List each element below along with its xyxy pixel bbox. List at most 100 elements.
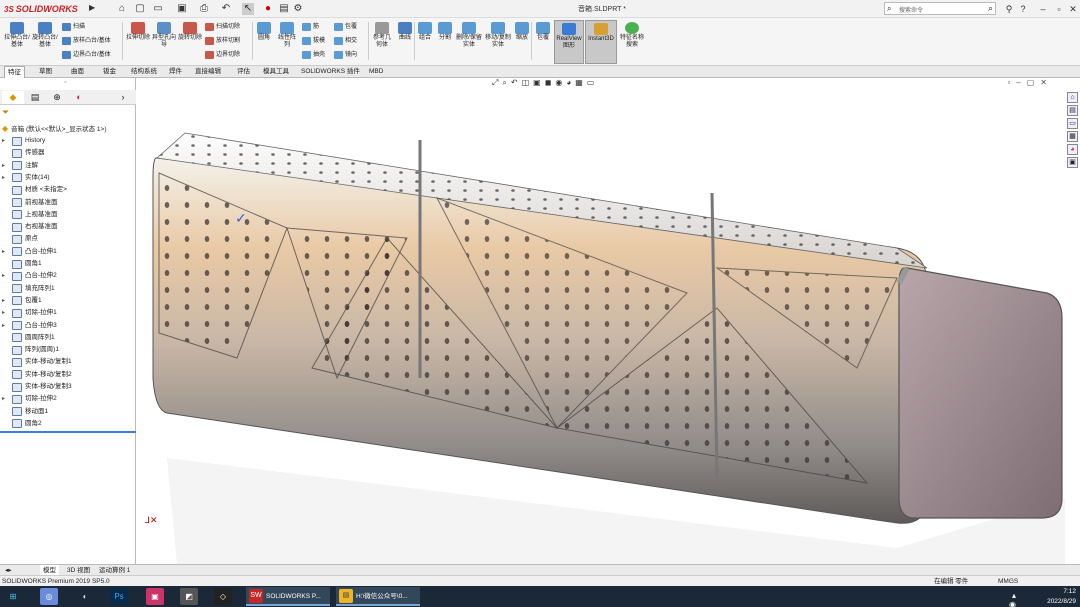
options-gear-icon[interactable]: ⚙ — [292, 3, 304, 15]
instant3d-button[interactable]: Instant3D — [585, 20, 617, 64]
tree-item[interactable]: 填充阵列1 — [2, 283, 55, 295]
intersect-button[interactable]: 相交 — [334, 36, 357, 46]
tab-mbd[interactable]: MBD — [366, 66, 386, 78]
minimize-icon[interactable]: – — [1036, 2, 1050, 16]
view-settings-icon[interactable]: ▭ — [587, 78, 595, 90]
print-icon[interactable]: ⎙ — [198, 3, 210, 15]
appearance-icon[interactable]: ◕ — [566, 78, 571, 90]
file-explorer-icon[interactable]: ▭ — [1067, 118, 1078, 129]
tree-item[interactable]: ▸ 切除-拉伸2 — [2, 393, 57, 405]
sweep-button[interactable]: 扫描 — [62, 22, 85, 32]
solidworks-logo[interactable]: 3S SOLIDWORKS — [4, 2, 78, 16]
rebuild-icon[interactable]: ● — [262, 3, 274, 15]
rib-button[interactable]: 筋 — [302, 22, 319, 32]
user-icon[interactable]: ⚲ — [1002, 2, 1016, 16]
tree-item[interactable]: ▸ 凸台-拉伸3 — [2, 320, 57, 332]
display-style-icon[interactable]: ◼ — [545, 78, 552, 90]
tree-item[interactable]: ▸ 凸台-拉伸2 — [2, 270, 57, 282]
custom-properties-icon[interactable]: ▣ — [1067, 157, 1078, 168]
taskbar-app-icon-5[interactable]: ◇ — [214, 588, 232, 605]
expand-arrow-icon[interactable]: ▸ — [2, 295, 12, 307]
curves-button[interactable]: 曲线 — [396, 22, 414, 42]
speaker-model-view[interactable]: ✓ — [137, 78, 1065, 564]
taskbar-app-icon-4[interactable]: ◩ — [180, 588, 198, 605]
tab-structure-system[interactable]: 结构系统 — [128, 66, 160, 78]
delete-keep-body-button[interactable]: 删除/保留实体 — [456, 22, 482, 49]
extrude-boss-button[interactable]: 拉伸凸台/基体 — [4, 22, 30, 49]
undo-icon[interactable]: ↶ — [220, 3, 232, 15]
view-palette-icon[interactable]: ▦ — [1067, 131, 1078, 142]
view-orientation-icon[interactable]: ▣ — [533, 78, 541, 90]
search-commands-box[interactable]: ⌕ 搜索命令 ⌕ — [884, 2, 996, 15]
reference-geometry-button[interactable]: 参考几何体 — [371, 22, 393, 49]
viewport-minimize-icon[interactable]: – — [1016, 78, 1020, 87]
property-manager-tab-icon[interactable]: ▤ — [24, 91, 46, 104]
file-properties-icon[interactable]: ▤ — [278, 3, 290, 15]
tree-item[interactable]: 圆周阵列1 — [2, 332, 55, 344]
home-icon[interactable]: ⌂ — [116, 3, 128, 15]
new-file-icon[interactable]: ▢ — [134, 3, 146, 15]
tray-icons[interactable]: ▴ ◉ ▤ ♪ — [1008, 591, 1016, 607]
taskbar-app-icon-2[interactable]: ◐ — [76, 588, 94, 605]
start-button-icon[interactable]: ⊞ — [4, 588, 22, 605]
filter-icon[interactable]: ⏷ — [2, 107, 9, 118]
zoom-to-fit-icon[interactable]: ⤢ — [492, 78, 498, 90]
restore-icon[interactable]: ▫ — [1052, 2, 1066, 16]
tree-item[interactable]: 材质 <未指定> — [2, 184, 67, 196]
extrude-cut-button[interactable]: 拉伸切除 — [126, 22, 150, 42]
taskbar-solidworks-app[interactable]: SW SOLIDWORKS P... — [246, 587, 330, 606]
graphics-area[interactable]: ✓ ⤢ ⌕ ↶ ◫ ▣ ◼ ◉ ◕ ▦ ▭ ▫ – ▢ ✕ ⅃✕ — [137, 78, 1065, 564]
expand-arrow-icon[interactable]: ▸ — [2, 160, 12, 172]
appearances-icon[interactable]: ◕ — [1067, 144, 1078, 155]
tree-item[interactable]: ▸ 包覆1 — [2, 295, 42, 307]
tab-sketch[interactable]: 草图 — [36, 66, 55, 78]
tree-item[interactable]: 传感器 — [2, 147, 45, 159]
tree-item[interactable]: 上视基准面 — [2, 209, 58, 221]
split-button[interactable]: 分割 — [436, 22, 454, 42]
expand-arrow-icon[interactable]: ▸ — [2, 135, 12, 147]
zoom-area-icon[interactable]: ⌕ — [502, 78, 506, 90]
tree-item[interactable]: 实体-移动/复制1 — [2, 356, 72, 368]
section-view-icon[interactable]: ◫ — [522, 78, 530, 90]
shell-button[interactable]: 抽壳 — [302, 50, 325, 60]
scale-button[interactable]: 缩放 — [513, 22, 531, 42]
tab-weldments[interactable]: 焊件 — [166, 66, 185, 78]
tab-evaluate[interactable]: 评估 — [234, 66, 253, 78]
tree-item[interactable]: 原点 — [2, 233, 38, 245]
tab-direct-editing[interactable]: 直接编辑 — [192, 66, 224, 78]
panel-collapse-icon[interactable]: ◦ — [64, 79, 66, 86]
tab-surfaces[interactable]: 曲面 — [68, 66, 87, 78]
taskbar-folder-app[interactable]: ▤ H:\微信公众号\0... — [336, 587, 420, 606]
scene-icon[interactable]: ▦ — [575, 78, 583, 90]
photoshop-icon[interactable]: Ps — [110, 588, 128, 605]
taskbar-app-icon-1[interactable]: ◎ — [40, 588, 58, 605]
tab-sheet-metal[interactable]: 钣金 — [100, 66, 119, 78]
expand-arrow-icon[interactable]: ▸ — [2, 246, 12, 258]
help-icon[interactable]: ? — [1016, 2, 1030, 16]
tree-item[interactable]: ▸ 凸台-拉伸1 — [2, 246, 57, 258]
tree-item[interactable]: ▸ History — [2, 135, 45, 147]
tree-item[interactable]: 阵列(圆周)1 — [2, 344, 59, 356]
search-go-icon[interactable]: ⌕ — [988, 3, 993, 14]
display-manager-tab-icon[interactable]: ◐ — [68, 91, 90, 104]
tree-item[interactable]: 圆角1 — [2, 258, 42, 270]
menu-expand-icon[interactable]: ▶ — [89, 3, 95, 12]
tree-item[interactable]: 实体-移动/复制3 — [2, 381, 72, 393]
tree-item[interactable]: 前视基准面 — [2, 197, 58, 209]
clock-date[interactable]: 2022/8/29 — [1047, 597, 1076, 606]
expand-arrow-icon[interactable]: ▸ — [2, 393, 12, 405]
fillet-button[interactable]: 圆角 — [255, 22, 273, 42]
move-copy-body-button[interactable]: 移动/复制实体 — [485, 22, 511, 49]
tree-item[interactable]: ▸ 实体(14) — [2, 172, 50, 184]
viewport-maximize-icon[interactable]: ▢ — [1027, 78, 1035, 87]
tab-mold-tools[interactable]: 模具工具 — [260, 66, 292, 78]
tree-item[interactable]: 圆角2 — [2, 418, 42, 430]
hole-wizard-button[interactable]: 异型孔向导 — [152, 22, 176, 49]
feature-search-button[interactable]: 特征名称搜索 — [619, 22, 645, 49]
tree-item[interactable]: ▸ 切除-拉伸1 — [2, 307, 57, 319]
viewport-restore-icon[interactable]: ▫ — [1007, 78, 1010, 87]
mirror-button[interactable]: 镜向 — [334, 50, 357, 60]
save-icon[interactable]: ▣ — [176, 3, 188, 15]
design-library-icon[interactable]: ▤ — [1067, 105, 1078, 116]
taskbar-app-icon-3[interactable]: ▣ — [146, 588, 164, 605]
